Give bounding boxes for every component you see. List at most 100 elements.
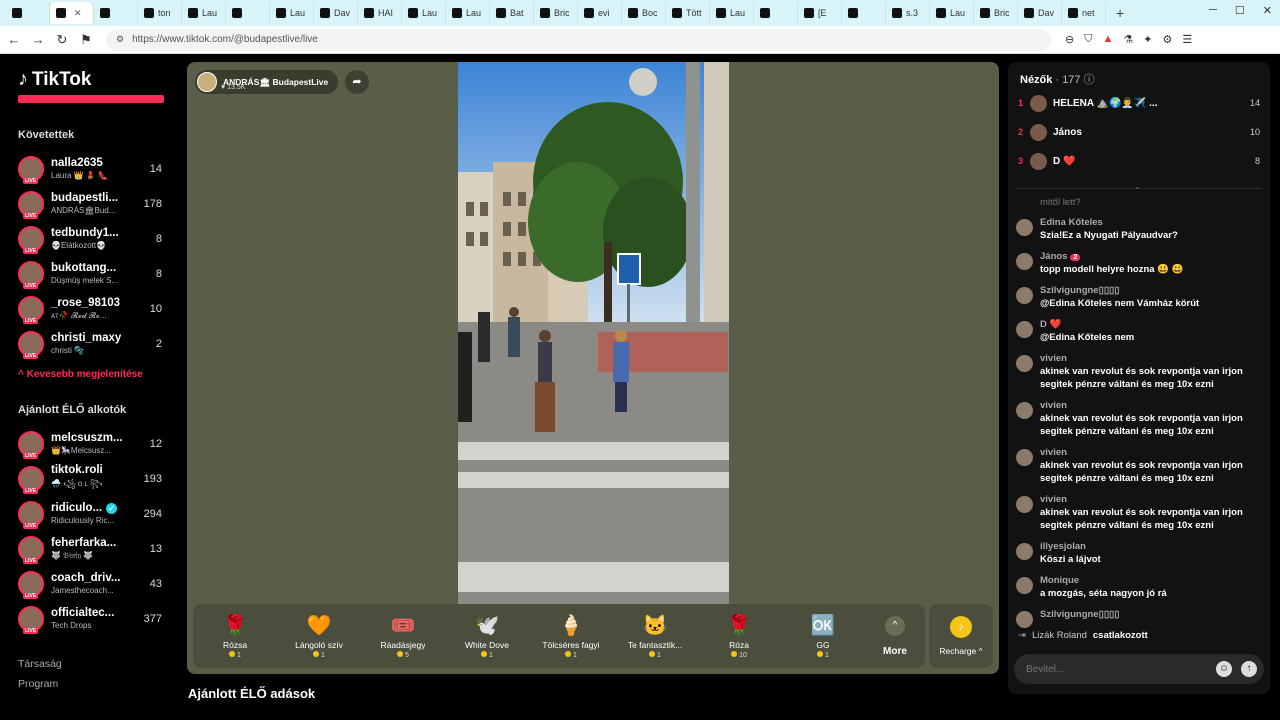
avatar[interactable]: LIVE — [18, 605, 44, 634]
gift-item[interactable]: 🎟️ Ráadásjegy 5 — [361, 604, 445, 668]
browser-tab[interactable]: Bric — [534, 2, 578, 24]
browser-tab[interactable]: Bric — [974, 2, 1018, 24]
browser-tab[interactable] — [94, 2, 138, 24]
message-user[interactable]: Szilvigungne▯▯▯▯ — [1040, 609, 1120, 620]
sidebar-account[interactable]: LIVE tedbundy1... 💀Elátkozott💀 8 — [18, 221, 180, 256]
avatar[interactable] — [1016, 611, 1033, 628]
browser-tab[interactable] — [226, 2, 270, 24]
forward-icon[interactable]: → — [28, 32, 48, 47]
message-user[interactable]: vivien — [1040, 353, 1262, 364]
info-icon[interactable]: ⓘ — [1084, 74, 1095, 86]
avatar[interactable] — [1016, 496, 1033, 513]
sidebar-account[interactable]: LIVE feherfarka... 🐺 𝔅𝔦𝔫𝔣𝔶 🐺 13 — [18, 531, 180, 566]
top-viewer-row[interactable]: 1 HELENA ⛰️🌍👨‍💼✈️ ... 14 — [1018, 92, 1262, 114]
show-less-link[interactable]: ^ Kevesebb megjelenítése — [18, 369, 180, 380]
top-viewer-row[interactable]: 2 János 10 — [1018, 121, 1262, 143]
settings-icon[interactable]: ⚙ — [1162, 33, 1172, 46]
avatar[interactable]: LIVE — [18, 225, 44, 254]
gift-item[interactable]: 🐱 Te fantasztik... 1 — [613, 604, 697, 668]
zoom-icon[interactable]: ⊖ — [1065, 33, 1074, 46]
viewers-title[interactable]: Nézők · 177 ⓘ — [1020, 71, 1095, 87]
join-name[interactable]: Lizák Roland — [1032, 630, 1087, 641]
avatar[interactable]: LIVE — [18, 500, 44, 529]
sidebar-account[interactable]: LIVE officialtec... Tech Drops 377 — [18, 601, 180, 636]
browser-tab[interactable] — [6, 2, 50, 24]
avatar[interactable]: LIVE — [18, 430, 44, 459]
footer-link[interactable]: Társaság — [18, 658, 180, 670]
tiktok-logo[interactable]: ♪ TikTok — [18, 68, 180, 91]
menu-icon[interactable]: ☰ — [1182, 33, 1192, 46]
avatar[interactable] — [1016, 287, 1033, 304]
avatar[interactable]: LIVE — [18, 260, 44, 289]
avatar[interactable]: LIVE — [18, 570, 44, 599]
gift-item[interactable]: 🍦 Tölcséres fagyi 1 — [529, 604, 613, 668]
avatar[interactable]: LIVE — [18, 190, 44, 219]
reload-icon[interactable]: ↻ — [52, 32, 72, 48]
browser-tab[interactable]: [E — [798, 2, 842, 24]
browser-tab[interactable]: Bat — [490, 2, 534, 24]
message-user[interactable]: Monique — [1040, 575, 1167, 586]
browser-tab[interactable]: Lau — [710, 2, 754, 24]
browser-tab[interactable] — [754, 2, 798, 24]
browser-tab[interactable]: HAI — [358, 2, 402, 24]
minimize-icon[interactable]: ─ — [1209, 4, 1217, 17]
browser-tab[interactable]: Lau — [930, 2, 974, 24]
browser-tab[interactable]: ✕ — [50, 2, 94, 24]
host-avatar[interactable] — [197, 72, 217, 92]
close-window-icon[interactable]: ✕ — [1263, 4, 1272, 17]
sidebar-account[interactable]: LIVE ridiculo... ✓ Ridiculously Ric... 294 — [18, 496, 180, 531]
avatar[interactable] — [1016, 219, 1033, 236]
recharge-button[interactable]: ♪ Recharge ^ — [929, 604, 993, 668]
message-user[interactable]: Szilvigungne▯▯▯▯ — [1040, 285, 1199, 296]
avatar[interactable]: LIVE — [18, 465, 44, 494]
sidebar-account[interactable]: LIVE budapestli... ANDRÁS🏛Bud... 178 — [18, 186, 180, 221]
sidebar-account[interactable]: LIVE christi_maxy christi 🫧 2 — [18, 326, 180, 361]
browser-tab[interactable]: Lau — [446, 2, 490, 24]
browser-tab[interactable]: Tött — [666, 2, 710, 24]
share-button[interactable]: ➦ — [345, 70, 369, 94]
browser-tab[interactable]: Lau — [182, 2, 226, 24]
browser-tab[interactable]: Boc — [622, 2, 666, 24]
sidebar-account[interactable]: LIVE nalla2635 Laura 👑 💄 👠 14 — [18, 151, 180, 186]
new-tab-button[interactable]: + — [1106, 5, 1134, 21]
gift-item[interactable]: 🌹 Róza 10 — [697, 604, 781, 668]
browser-tab[interactable]: Lau — [402, 2, 446, 24]
puzzle-icon[interactable]: ✦ — [1143, 33, 1152, 46]
live-video[interactable] — [458, 62, 729, 604]
avatar[interactable] — [1016, 321, 1033, 338]
bookmark-icon[interactable]: ⚑ — [76, 32, 96, 48]
sidebar-account[interactable]: LIVE _rose_98103 ᴀᴛ🥀 𝓡𝓮𝓭 𝓡𝓸... 10 — [18, 291, 180, 326]
message-user[interactable]: vivien — [1040, 447, 1262, 458]
message-user[interactable]: vivien — [1040, 494, 1262, 505]
avatar[interactable] — [1016, 355, 1033, 372]
shield-icon[interactable]: ⛉ — [1084, 33, 1092, 46]
gift-item[interactable]: 🌹 Rózsa 1 — [193, 604, 277, 668]
avatar[interactable]: LIVE — [18, 330, 44, 359]
browser-tab[interactable]: Dav — [314, 2, 358, 24]
chat-input[interactable] — [1026, 663, 1216, 675]
avatar[interactable] — [1030, 123, 1047, 141]
avatar[interactable]: LIVE — [18, 155, 44, 184]
emoji-icon[interactable]: ☺ — [1216, 661, 1232, 677]
host-info[interactable]: ANDRÁS🏛 BudapestLive ♥ 13.5K — [195, 70, 339, 94]
alert-icon[interactable]: ▲ — [1102, 33, 1113, 46]
sidebar-account[interactable]: LIVE bukottang... Düşmüş melek S... 8 — [18, 256, 180, 291]
message-user[interactable]: János 2 — [1040, 251, 1183, 262]
message-user[interactable]: illyesjolan — [1040, 541, 1101, 552]
back-icon[interactable]: ← — [4, 32, 24, 47]
message-user[interactable]: vivien — [1040, 400, 1262, 411]
message-user[interactable]: D ❤️ — [1040, 319, 1134, 330]
gift-item[interactable]: 🕊️ White Dove 1 — [445, 604, 529, 668]
browser-tab[interactable]: evi — [578, 2, 622, 24]
more-gifts-button[interactable]: ^ More — [865, 615, 925, 657]
browser-tab[interactable]: Lau — [270, 2, 314, 24]
avatar[interactable] — [1016, 577, 1033, 594]
gift-item[interactable]: 🆗 GG 1 — [781, 604, 865, 668]
top-viewer-row[interactable]: 3 D ❤️ 8 — [1018, 150, 1262, 172]
sidebar-account[interactable]: LIVE melcsuszm... 👑🎠Melcsusz... 12 — [18, 426, 180, 461]
browser-tab[interactable]: Dav — [1018, 2, 1062, 24]
sidebar-account[interactable]: LIVE coach_driv... Jamesthecoach... 43 — [18, 566, 180, 601]
browser-tab[interactable]: net — [1062, 2, 1106, 24]
browser-tab[interactable] — [842, 2, 886, 24]
maximize-icon[interactable]: ☐ — [1235, 4, 1245, 17]
